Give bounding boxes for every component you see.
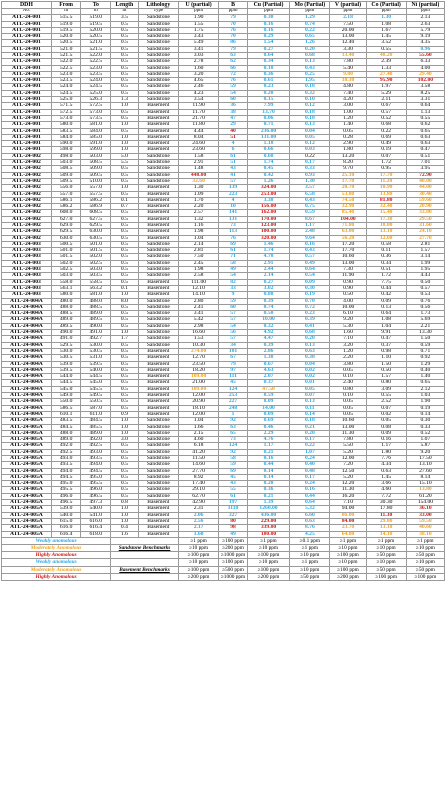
benchmark-threshold: ≥10 ppm — [365, 558, 407, 567]
benchmark-threshold: ≥100 ppm — [405, 572, 446, 582]
basement-benchmarks-title: Basement Benchmarks — [110, 565, 179, 574]
benchmark-title-spacer — [110, 551, 179, 560]
benchmark-threshold: ≥50 ppm — [289, 572, 331, 582]
benchmark-threshold: ≥50 ppm — [405, 565, 446, 574]
benchmark-row: Moderately Anomalous Basement Benchmarks ≥… — [0, 565, 446, 574]
benchmark-threshold: ≥10 ppm — [246, 558, 291, 567]
benchmark-threshold: ≥1000 ppm — [218, 551, 248, 560]
benchmark-threshold: ≥100 ppm — [329, 565, 367, 574]
benchmark-threshold: ≥1 ppm — [329, 536, 367, 546]
benchmark-threshold: ≥100 ppm — [365, 572, 407, 582]
benchmark-threshold: ≥100 ppm — [246, 551, 291, 560]
benchmark-threshold: ≥100 ppm — [246, 565, 291, 574]
header-row: DDH From To Length Lithology U (partial)… — [1, 0, 446, 10]
benchmark-threshold: ≥200 ppm — [177, 572, 220, 582]
benchmark-threshold: ≥10 ppm — [289, 551, 331, 560]
table-body: ATL-24-001 515.5 519.0 3.5 Sandstone 1.90 79 0.… — [1, 14, 446, 538]
assay-results-table: DDH From To Length Lithology U (partial)… — [0, 0, 446, 582]
benchmark-threshold: ≥1000 ppm — [218, 572, 248, 582]
benchmark-threshold: ≥200 ppm — [329, 572, 367, 582]
benchmark-threshold: ≥100 ppm — [177, 565, 220, 574]
sandstone-benchmarks-title: Sandstone Benchmarks — [110, 544, 179, 553]
benchmark-threshold: ≥1 ppm — [405, 536, 446, 546]
col-header-length: Length — [110, 0, 139, 10]
anomaly-level-label: Weakly anomalous — [0, 536, 112, 546]
benchmark-threshold: ≥1 ppm — [289, 544, 331, 553]
benchmark-title-spacer — [110, 572, 179, 582]
col-header-u: U (partial) — [177, 0, 220, 10]
benchmark-row: Weakly anomalous ≥10 ppm ≥100 ppm ≥10 ppm ≥1… — [0, 558, 446, 567]
col-header-ni: Ni (partial) — [405, 0, 446, 10]
col-header-from: From — [50, 0, 82, 10]
col-header-to: To — [80, 0, 112, 10]
benchmark-threshold: ≥1 ppm — [365, 536, 407, 546]
benchmark-threshold: ≥1 ppm — [177, 536, 220, 546]
col-header-ddh: DDH — [1, 0, 52, 10]
benchmark-row: Highly Anomalous ≥200 ppm ≥1000 ppm ≥200 pp… — [0, 572, 446, 582]
benchmark-threshold: ≥200 ppm — [246, 572, 291, 582]
benchmark-threshold: ≥100 ppm — [329, 551, 367, 560]
benchmark-threshold: ≥500 ppm — [218, 565, 248, 574]
benchmark-threshold: ≥50 ppm — [365, 565, 407, 574]
assay-results-page: DDH From To Length Lithology U (partial)… — [0, 0, 446, 800]
benchmark-threshold: ≥10 ppm — [329, 544, 367, 553]
benchmark-threshold: ≥50 ppm — [365, 551, 407, 560]
anomaly-level-label: Highly Anomalous — [0, 572, 112, 582]
col-header-b: B — [218, 0, 248, 10]
col-header-v: V (partial) — [329, 0, 367, 10]
benchmark-threshold: ≥10 ppm — [289, 565, 331, 574]
benchmark-threshold: ≥0.1 ppm — [289, 536, 331, 546]
anomaly-level-label: Moderately Anomalous — [0, 565, 112, 574]
benchmark-threshold: ≥10 ppm — [405, 558, 446, 567]
benchmark-legend: Weakly anomalous ≥1 ppm ≥100 ppm ≥1 ppm ≥0.1… — [0, 536, 446, 582]
benchmark-threshold: ≥100 ppm — [177, 551, 220, 560]
benchmark-row: Weakly anomalous ≥1 ppm ≥100 ppm ≥1 ppm ≥0.1… — [0, 536, 446, 546]
anomaly-level-label: Weakly anomalous — [0, 558, 112, 567]
benchmark-row: Moderately Anomalous Sandstone Benchmarks… — [0, 544, 446, 553]
benchmark-threshold: ≥10 ppm — [177, 558, 220, 567]
benchmark-threshold: ≥10 ppm — [177, 544, 220, 553]
col-header-lithology: Lithology — [137, 0, 179, 10]
col-header-co: Co (Partial) — [365, 0, 407, 10]
benchmark-title-spacer — [110, 558, 179, 567]
benchmark-row: Highly Anomalous ≥100 ppm ≥1000 ppm ≥100 pp… — [0, 551, 446, 560]
benchmark-threshold: ≥10 ppm — [405, 544, 446, 553]
benchmark-threshold: ≥100 ppm — [218, 536, 248, 546]
benchmark-threshold: ≥50 ppm — [405, 551, 446, 560]
benchmark-threshold: ≥100 ppm — [218, 558, 248, 567]
benchmark-threshold: ≥10 ppm — [246, 544, 291, 553]
anomaly-level-label: Moderately Anomalous — [0, 544, 112, 553]
col-header-cu: Cu (Partial) — [246, 0, 291, 10]
benchmark-title-spacer — [110, 536, 179, 546]
col-header-mo: Mo (Partial) — [289, 0, 331, 10]
benchmark-threshold: ≥10 ppm — [329, 558, 367, 567]
anomaly-level-label: Highly Anomalous — [0, 551, 112, 560]
benchmark-threshold: ≥1 ppm — [246, 536, 291, 546]
benchmark-threshold: ≥200 ppm — [218, 544, 248, 553]
benchmark-threshold: ≥1 ppm — [289, 558, 331, 567]
benchmark-threshold: ≥10 ppm — [365, 544, 407, 553]
